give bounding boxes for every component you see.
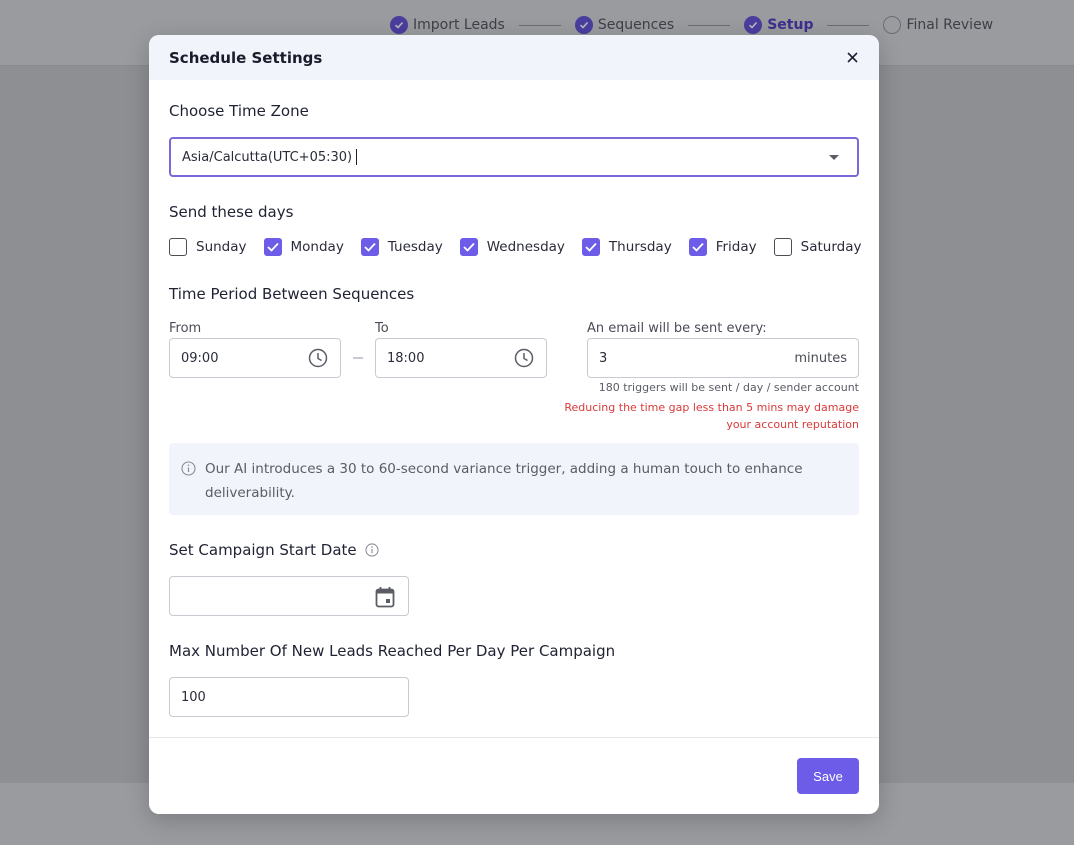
checkbox-checked[interactable] [263, 238, 282, 256]
day-tuesday[interactable]: Tuesday [360, 238, 443, 256]
day-monday[interactable]: Monday [263, 238, 344, 256]
max-leads-value: 100 [181, 689, 206, 705]
day-label: Monday [290, 239, 344, 255]
day-wednesday[interactable]: Wednesday [459, 238, 565, 256]
max-leads-input[interactable]: 100 [169, 677, 409, 717]
to-time-input[interactable]: 18:00 [375, 338, 547, 378]
progress-stepper: Import Leads Sequences Setup Final Revie… [390, 16, 993, 34]
step-label: Sequences [597, 17, 675, 33]
empty-circle-icon [883, 16, 902, 34]
schedule-settings-modal: Schedule Settings Choose Time Zone Asia/… [149, 35, 879, 814]
day-label: Thursday [608, 239, 672, 255]
range-separator [353, 357, 363, 359]
clock-icon[interactable] [308, 348, 328, 372]
step-label: Setup [767, 17, 814, 33]
info-icon [181, 460, 196, 484]
start-date-label: Set Campaign Start Date [169, 541, 357, 559]
step-label: Final Review [906, 17, 994, 33]
calendar-icon[interactable] [375, 586, 395, 612]
day-label: Wednesday [486, 239, 565, 255]
interval-value: 3 [599, 350, 608, 366]
checkbox-checked[interactable] [581, 238, 600, 256]
timezone-label: Choose Time Zone [169, 102, 309, 120]
day-label: Sunday [196, 239, 247, 255]
start-date-input[interactable] [169, 576, 409, 616]
max-leads-label: Max Number Of New Leads Reached Per Day … [169, 642, 616, 660]
step-sequences: Sequences [574, 16, 675, 34]
checkbox-checked[interactable] [360, 238, 379, 256]
days-checkbox-group: Sunday Monday Tuesday Wednesday Thursday… [169, 238, 861, 256]
modal-title: Schedule Settings [169, 48, 323, 67]
triggers-note: 180 triggers will be sent / day / sender… [598, 381, 859, 394]
step-import-leads: Import Leads [390, 16, 505, 34]
day-thursday[interactable]: Thursday [581, 238, 672, 256]
interval-warning: Reducing the time gap less than 5 mins m… [564, 401, 859, 431]
day-label: Tuesday [387, 239, 443, 255]
to-label: To [375, 321, 389, 336]
from-label: From [169, 321, 202, 336]
footer-divider [149, 737, 879, 738]
day-sunday[interactable]: Sunday [169, 238, 247, 256]
from-time-input[interactable]: 09:00 [169, 338, 341, 378]
check-circle-icon [574, 16, 593, 34]
variance-info-text: Our AI introduces a 30 to 60-second vari… [205, 461, 803, 501]
step-connector [518, 24, 561, 26]
text-cursor [356, 149, 358, 165]
day-label: Saturday [800, 239, 862, 255]
to-time-value: 18:00 [387, 350, 425, 366]
clock-icon[interactable] [514, 348, 534, 372]
check-circle-icon [390, 16, 408, 34]
step-setup: Setup [744, 16, 813, 34]
step-label: Import Leads [413, 17, 505, 33]
modal-header: Schedule Settings [149, 35, 879, 80]
send-days-label: Send these days [169, 203, 294, 221]
day-label: Friday [715, 239, 757, 255]
start-date-label-row: Set Campaign Start Date [169, 541, 379, 559]
caret-down-icon[interactable] [829, 155, 839, 160]
checkbox-checked[interactable] [688, 238, 707, 256]
interval-label: An email will be sent every: [587, 321, 767, 336]
step-connector [688, 24, 731, 26]
save-button[interactable]: Save [797, 758, 859, 794]
timezone-value: Asia/Calcutta(UTC+05:30) [182, 149, 353, 165]
day-friday[interactable]: Friday [688, 238, 757, 256]
checkbox[interactable] [773, 238, 792, 256]
interval-unit: minutes [794, 350, 847, 366]
checkbox-checked[interactable] [459, 238, 478, 256]
variance-info-box: Our AI introduces a 30 to 60-second vari… [169, 443, 859, 515]
info-icon[interactable] [365, 543, 379, 557]
from-time-value: 09:00 [181, 350, 219, 366]
time-period-label: Time Period Between Sequences [169, 285, 415, 303]
interval-input[interactable]: 3 minutes [587, 338, 859, 378]
step-final-review: Final Review [883, 16, 993, 34]
day-saturday[interactable]: Saturday [773, 238, 862, 256]
close-icon[interactable] [845, 51, 859, 65]
check-circle-icon [744, 16, 763, 34]
timezone-select[interactable]: Asia/Calcutta(UTC+05:30) [169, 137, 859, 177]
step-connector [827, 24, 870, 26]
checkbox[interactable] [169, 238, 187, 256]
